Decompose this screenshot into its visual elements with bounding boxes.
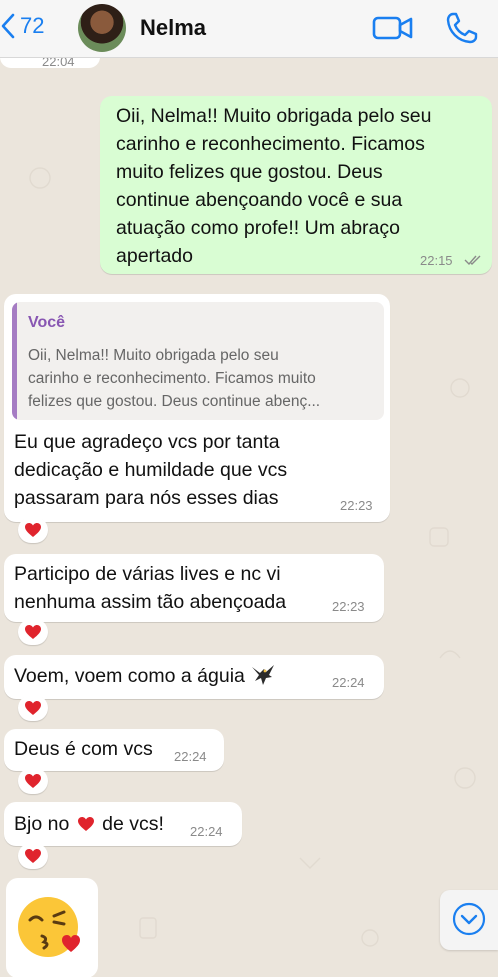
quote-bar <box>12 302 17 420</box>
heart-reaction[interactable] <box>18 695 48 721</box>
chevron-down-circle-icon <box>452 902 486 936</box>
chat-area[interactable]: 22:04 Oii, Nelma!! Muito obrigada pelo s… <box>0 58 498 977</box>
incoming-message[interactable]: Voem, voem como a águia 22:24 <box>4 655 384 699</box>
red-heart-icon <box>25 849 41 863</box>
chevron-left-icon <box>1 13 15 39</box>
scroll-to-bottom-button[interactable] <box>440 890 498 950</box>
message-text-before: Bjo no <box>14 813 70 835</box>
incoming-message[interactable]: Deus é com vcs 22:24 <box>4 729 224 771</box>
message-text: Oii, Nelma!! Muito obrigada pelo seu car… <box>116 105 432 267</box>
message-time: 22:24 <box>332 675 365 690</box>
incoming-reply-message[interactable]: Você Oii, Nelma!! Muito obrigada pelo se… <box>4 294 390 522</box>
quoted-message[interactable]: Você Oii, Nelma!! Muito obrigada pelo se… <box>12 302 384 420</box>
back-button[interactable]: 72 <box>0 12 44 40</box>
video-camera-icon[interactable] <box>372 12 414 44</box>
message-text: Participo de várias lives e nc vi nenhum… <box>14 563 287 613</box>
red-heart-icon <box>25 774 41 788</box>
quote-author: Você <box>28 314 66 331</box>
message-time: 22:24 <box>190 824 223 839</box>
message-text: Eu que agradeço vcs por tanta dedicação … <box>14 431 288 509</box>
red-heart-icon <box>25 625 41 639</box>
phone-icon[interactable] <box>444 10 480 46</box>
message-time: 22:23 <box>332 599 365 614</box>
chat-header: 72 Nelma <box>0 0 498 58</box>
incoming-message[interactable]: Participo de várias lives e nc vi nenhum… <box>4 554 384 622</box>
message-time: 22:24 <box>174 749 207 764</box>
quote-text: Oii, Nelma!! Muito obrigada pelo seu car… <box>28 347 321 410</box>
unread-count: 72 <box>20 13 45 38</box>
message-text: Voem, voem como a águia <box>14 665 245 687</box>
face-blowing-kiss-icon <box>18 897 80 957</box>
red-heart-icon <box>77 812 95 840</box>
previous-message-time: 22:04 <box>42 58 75 69</box>
heart-reaction[interactable] <box>18 517 48 543</box>
avatar[interactable] <box>78 4 126 52</box>
message-text-with-emoji: Bjo no de vcs! <box>14 810 194 840</box>
message-time: 22:23 <box>340 498 373 513</box>
heart-reaction[interactable] <box>18 843 48 869</box>
double-check-icon <box>464 255 481 266</box>
message-text-with-emoji: Voem, voem como a águia <box>14 662 324 690</box>
red-heart-icon <box>25 523 41 537</box>
message-time: 22:15 <box>420 253 453 268</box>
message-text: Deus é com vcs <box>14 738 153 760</box>
emoji-message[interactable] <box>6 878 98 977</box>
message-text-after: de vcs! <box>102 813 164 835</box>
incoming-message[interactable]: Bjo no de vcs! 22:24 <box>4 802 242 846</box>
eagle-icon <box>252 665 275 685</box>
heart-reaction[interactable] <box>18 768 48 794</box>
heart-reaction[interactable] <box>18 619 48 645</box>
outgoing-message[interactable]: Oii, Nelma!! Muito obrigada pelo seu car… <box>100 96 492 274</box>
contact-name[interactable]: Nelma <box>140 15 206 41</box>
red-heart-icon <box>25 701 41 715</box>
